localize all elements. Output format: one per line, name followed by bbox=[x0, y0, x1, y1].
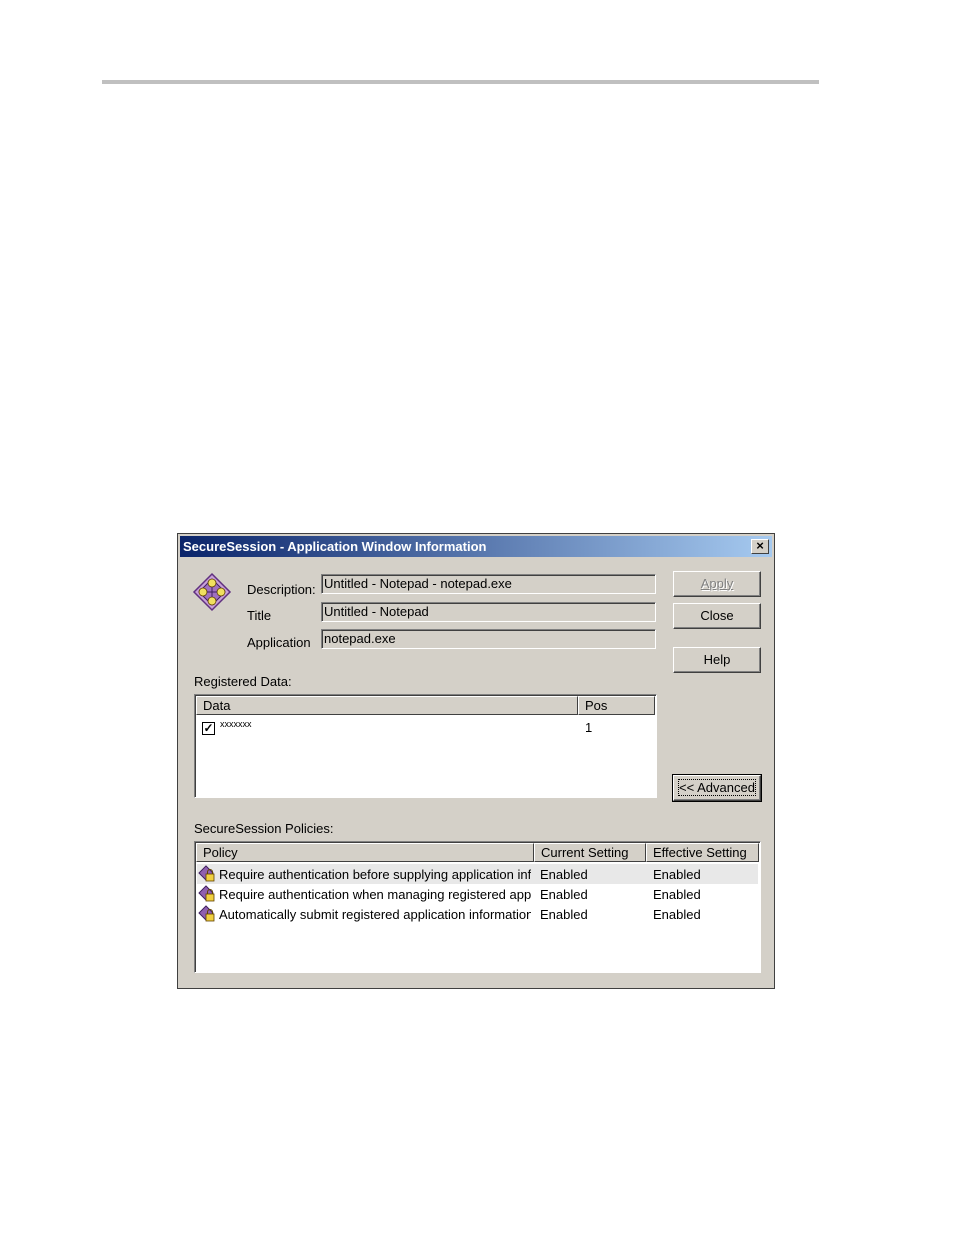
description-field[interactable]: Untitled - Notepad - notepad.exe bbox=[321, 574, 656, 594]
help-button[interactable]: Help bbox=[673, 647, 761, 673]
application-window-info-dialog: SecureSession - Application Window Infor… bbox=[177, 533, 775, 989]
column-header-data[interactable]: Data bbox=[196, 696, 578, 715]
dialog-titlebar[interactable]: SecureSession - Application Window Infor… bbox=[180, 536, 772, 557]
apply-button[interactable]: Apply bbox=[673, 571, 761, 597]
registered-data-list[interactable]: Data Pos ✓ xxxxxxx 1 bbox=[194, 694, 657, 798]
column-header-effective-setting[interactable]: Effective Setting bbox=[646, 843, 759, 862]
close-button[interactable]: Close bbox=[673, 603, 761, 629]
policy-effective-setting: Enabled bbox=[653, 887, 701, 902]
close-icon[interactable]: × bbox=[751, 539, 769, 554]
policy-effective-setting: Enabled bbox=[653, 907, 701, 922]
application-field[interactable]: notepad.exe bbox=[321, 629, 656, 649]
registered-data-pos: 1 bbox=[585, 720, 593, 735]
advanced-button-label: << Advanced bbox=[678, 779, 756, 796]
policy-lock-icon bbox=[198, 865, 215, 882]
policy-current-setting: Enabled bbox=[540, 907, 588, 922]
column-header-current-setting[interactable]: Current Setting bbox=[534, 843, 646, 862]
diamond-network-icon bbox=[192, 572, 232, 612]
application-label: Application bbox=[247, 635, 311, 650]
column-header-pos[interactable]: Pos bbox=[578, 696, 655, 715]
advanced-button[interactable]: << Advanced bbox=[672, 774, 762, 802]
apply-button-label: Apply bbox=[700, 576, 734, 591]
help-button-label: Help bbox=[703, 652, 731, 667]
registered-data-label: Registered Data: bbox=[194, 674, 292, 689]
registered-data-value: xxxxxxx bbox=[220, 719, 252, 729]
checkbox-checked-icon[interactable]: ✓ bbox=[202, 722, 215, 735]
title-label: Title bbox=[247, 608, 272, 623]
page-top-rule bbox=[102, 80, 819, 84]
policy-effective-setting: Enabled bbox=[653, 867, 701, 882]
close-button-label: Close bbox=[700, 608, 734, 623]
policy-lock-icon bbox=[198, 905, 215, 922]
policy-name[interactable]: Automatically submit registered applicat… bbox=[219, 907, 531, 922]
policy-current-setting: Enabled bbox=[540, 887, 588, 902]
policy-lock-icon bbox=[198, 885, 215, 902]
dialog-title: SecureSession - Application Window Infor… bbox=[183, 539, 487, 554]
policy-current-setting: Enabled bbox=[540, 867, 588, 882]
policy-name[interactable]: Require authentication when managing reg… bbox=[219, 887, 531, 902]
column-header-policy[interactable]: Policy bbox=[196, 843, 534, 862]
title-field[interactable]: Untitled - Notepad bbox=[321, 602, 656, 622]
description-label: Description: bbox=[247, 582, 316, 597]
policies-list[interactable]: Policy Current Setting Effective Setting… bbox=[194, 841, 761, 973]
policies-label: SecureSession Policies: bbox=[194, 821, 334, 836]
policy-name[interactable]: Require authentication before supplying … bbox=[219, 867, 531, 882]
